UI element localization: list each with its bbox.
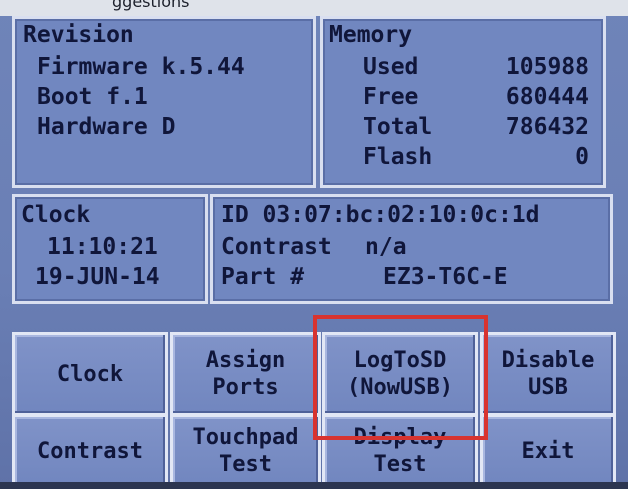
revision-title: Revision — [23, 22, 134, 48]
top-fragment-text: ggestions — [112, 0, 190, 11]
hardware-row: Hardware D — [37, 114, 176, 140]
exit-button-label: Exit — [521, 438, 575, 464]
assign-ports-line2: Ports — [212, 375, 279, 400]
hmi-screen: ggestions Revision Firmware k.5.44 Boot … — [0, 0, 628, 489]
touchpad-test-line2: Test — [219, 452, 272, 477]
clock-date: 19-JUN-14 — [35, 264, 160, 290]
memory-free-value: 680444 — [505, 84, 589, 110]
assign-ports-line1: Assign — [205, 348, 286, 373]
display-test-button[interactable]: Display Test — [322, 414, 478, 488]
clock-time: 11:10:21 — [47, 234, 158, 260]
touchpad-test-button[interactable]: Touchpad Test — [170, 414, 321, 488]
contrast-label: Contrast — [221, 234, 332, 260]
disable-usb-button[interactable]: Disable USB — [480, 332, 616, 416]
memory-total-label: Total — [363, 114, 433, 140]
touchpad-test-line1: Touchpad — [192, 425, 299, 450]
device-info-panel: ID 03:07:bc:02:10:0c:1d Contrast n/a Par… — [210, 194, 613, 304]
disable-usb-line1: Disable — [501, 348, 595, 373]
contrast-button-label: Contrast — [37, 438, 143, 464]
log-to-sd-line2: (NowUSB) — [347, 375, 453, 400]
disable-usb-line2: USB — [528, 375, 568, 400]
memory-title: Memory — [329, 22, 413, 48]
memory-free-label: Free — [363, 84, 419, 110]
bottom-strip — [0, 482, 628, 489]
memory-panel: Memory Used 105988 Free 680444 Total 786… — [320, 16, 606, 188]
part-value: EZ3-T6C-E — [383, 264, 508, 290]
memory-total-value: 786432 — [505, 114, 589, 140]
clock-panel: Clock 11:10:21 19-JUN-14 — [12, 194, 208, 304]
memory-used-label: Used — [363, 54, 419, 80]
contrast-value: n/a — [365, 234, 407, 260]
boot-row: Boot f.1 — [37, 84, 148, 110]
device-id: ID 03:07:bc:02:10:0c:1d — [221, 202, 540, 228]
clock-title: Clock — [21, 202, 91, 228]
assign-ports-button[interactable]: Assign Ports — [170, 332, 321, 416]
firmware-row: Firmware k.5.44 — [37, 54, 245, 80]
revision-panel: Revision Firmware k.5.44 Boot f.1 Hardwa… — [12, 16, 316, 188]
display-test-line1: Display — [353, 425, 447, 450]
clock-button[interactable]: Clock — [12, 332, 168, 416]
log-to-sd-button[interactable]: LogToSD (NowUSB) — [322, 332, 478, 416]
contrast-button[interactable]: Contrast — [12, 414, 168, 488]
memory-flash-value: 0 — [575, 144, 589, 170]
top-strip: ggestions — [0, 0, 628, 16]
memory-used-value: 105988 — [505, 54, 589, 80]
log-to-sd-line1: LogToSD — [353, 348, 447, 373]
part-label: Part # — [221, 264, 305, 290]
clock-button-label: Clock — [56, 361, 124, 387]
memory-flash-label: Flash — [363, 144, 433, 170]
exit-button[interactable]: Exit — [480, 414, 616, 488]
display-test-line2: Test — [373, 452, 427, 477]
